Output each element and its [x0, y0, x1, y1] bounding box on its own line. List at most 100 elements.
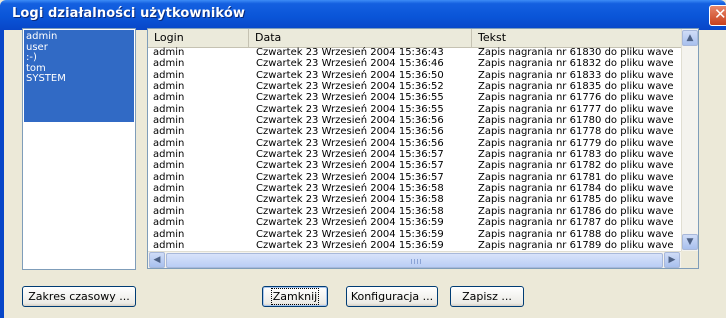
horizontal-scroll-thumb[interactable]: [166, 253, 663, 268]
log-dialog-window: Logi działalności użytkowników ✕ admin us…: [0, 0, 726, 318]
scrollbar-corner: [681, 251, 698, 268]
cell-login: admin: [153, 137, 185, 149]
cell-tekst: Zapis nagrania nr 61784 do pliku wave: [478, 183, 674, 195]
table-row[interactable]: admin Czwartek 23 Wrzesień 2004 15:36:50 Z…: [148, 70, 681, 81]
cell-data: Czwartek 23 Wrzesień 2004 15:36:59: [256, 239, 444, 251]
cell-data: Czwartek 23 Wrzesień 2004 15:36:59: [256, 228, 444, 240]
cell-data: Czwartek 23 Wrzesień 2004 15:36:55: [256, 103, 444, 115]
arrow-left-icon[interactable]: ◀: [149, 252, 165, 268]
cell-login: admin: [153, 81, 185, 93]
table-row[interactable]: admin Czwartek 23 Wrzesień 2004 15:36:43 Z…: [148, 47, 681, 58]
cell-login: admin: [153, 205, 185, 217]
table-row[interactable]: admin Czwartek 23 Wrzesień 2004 15:36:57 Z…: [148, 160, 681, 171]
table-row[interactable]: admin Czwartek 23 Wrzesień 2004 15:36:52 Z…: [148, 81, 681, 92]
cell-login: admin: [153, 103, 185, 115]
user-list-item[interactable]: tom: [26, 63, 46, 74]
table-row[interactable]: admin Czwartek 23 Wrzesień 2004 15:36:46 Z…: [148, 58, 681, 69]
cell-tekst: Zapis nagrania nr 61833 do pliku wave: [478, 69, 674, 81]
arrow-up-icon[interactable]: ▲: [682, 30, 698, 46]
cell-data: Czwartek 23 Wrzesień 2004 15:36:56: [256, 137, 444, 149]
user-list-item[interactable]: :-): [26, 52, 37, 63]
table-row[interactable]: admin Czwartek 23 Wrzesień 2004 15:36:56 Z…: [148, 126, 681, 137]
cell-data: Czwartek 23 Wrzesień 2004 15:36:50: [256, 69, 444, 81]
table-row[interactable]: admin Czwartek 23 Wrzesień 2004 15:36:55 Z…: [148, 104, 681, 115]
cell-tekst: Zapis nagrania nr 61786 do pliku wave: [478, 205, 674, 217]
cell-login: admin: [153, 115, 185, 127]
table-header: Login Data Tekst: [148, 29, 681, 48]
table-row[interactable]: admin Czwartek 23 Wrzesień 2004 15:36:58 Z…: [148, 183, 681, 194]
cell-tekst: Zapis nagrania nr 61777 do pliku wave: [478, 103, 674, 115]
cell-login: admin: [153, 92, 185, 104]
cell-data: Czwartek 23 Wrzesień 2004 15:36:43: [256, 47, 444, 58]
cell-data: Czwartek 23 Wrzesień 2004 15:36:58: [256, 194, 444, 206]
cell-tekst: Zapis nagrania nr 61778 do pliku wave: [478, 126, 674, 138]
cell-data: Czwartek 23 Wrzesień 2004 15:36:56: [256, 126, 444, 138]
cell-tekst: Zapis nagrania nr 61783 do pliku wave: [478, 149, 674, 161]
user-list[interactable]: admin user:-) tom SYSTEM: [22, 28, 136, 270]
cell-tekst: Zapis nagrania nr 61789 do pliku wave: [478, 239, 674, 251]
cell-tekst: Zapis nagrania nr 61835 do pliku wave: [478, 81, 674, 93]
cell-tekst: Zapis nagrania nr 61782 do pliku wave: [478, 160, 674, 172]
cell-data: Czwartek 23 Wrzesień 2004 15:36:59: [256, 217, 444, 229]
cell-data: Czwartek 23 Wrzesień 2004 15:36:57: [256, 160, 444, 172]
config-button[interactable]: Konfiguracja ...: [346, 286, 438, 307]
table-row[interactable]: admin Czwartek 23 Wrzesień 2004 15:36:58 Z…: [148, 206, 681, 217]
column-header-data[interactable]: Data: [249, 29, 472, 47]
close-button-label: Zamknij: [270, 288, 320, 305]
table-row[interactable]: admin Czwartek 23 Wrzesień 2004 15:36:57 Z…: [148, 149, 681, 160]
user-list-item[interactable]: admin: [26, 31, 57, 42]
time-range-button[interactable]: Zakres czasowy ...: [22, 286, 136, 307]
cell-tekst: Zapis nagrania nr 61787 do pliku wave: [478, 217, 674, 229]
log-table[interactable]: Login Data Tekst admin Czwartek 23 Wrzesi…: [147, 28, 699, 269]
cell-login: admin: [153, 228, 185, 240]
cell-data: Czwartek 23 Wrzesień 2004 15:36:57: [256, 171, 444, 183]
cell-login: admin: [153, 183, 185, 195]
user-list-item[interactable]: user: [26, 42, 48, 53]
table-row[interactable]: admin Czwartek 23 Wrzesień 2004 15:36:59 Z…: [148, 229, 681, 240]
table-row[interactable]: admin Czwartek 23 Wrzesień 2004 15:36:56 Z…: [148, 115, 681, 126]
cell-tekst: Zapis nagrania nr 61832 do pliku wave: [478, 58, 674, 70]
cell-login: admin: [153, 47, 185, 58]
cell-tekst: Zapis nagrania nr 61780 do pliku wave: [478, 115, 674, 127]
column-header-login[interactable]: Login: [148, 29, 249, 47]
cell-login: admin: [153, 126, 185, 138]
column-header-tekst[interactable]: Tekst: [472, 29, 681, 47]
horizontal-scrollbar[interactable]: ◀ ▶: [148, 251, 681, 268]
cell-tekst: Zapis nagrania nr 61779 do pliku wave: [478, 137, 674, 149]
cell-data: Czwartek 23 Wrzesień 2004 15:36:58: [256, 205, 444, 217]
cell-login: admin: [153, 58, 185, 70]
table-row[interactable]: admin Czwartek 23 Wrzesień 2004 15:36:59 Z…: [148, 217, 681, 228]
cell-data: Czwartek 23 Wrzesień 2004 15:36:55: [256, 92, 444, 104]
cell-data: Czwartek 23 Wrzesień 2004 15:36:56: [256, 115, 444, 127]
user-list-item[interactable]: SYSTEM: [26, 73, 66, 84]
cell-tekst: Zapis nagrania nr 61830 do pliku wave: [478, 47, 674, 58]
table-row[interactable]: admin Czwartek 23 Wrzesień 2004 15:36:55 Z…: [148, 92, 681, 103]
vertical-scrollbar[interactable]: ▲ ▼: [681, 29, 698, 251]
table-row[interactable]: admin Czwartek 23 Wrzesień 2004 15:36:59 Z…: [148, 240, 681, 251]
cell-data: Czwartek 23 Wrzesień 2004 15:36:46: [256, 58, 444, 70]
close-button[interactable]: Zamknij: [262, 286, 328, 307]
window-frame: [0, 30, 4, 318]
cell-login: admin: [153, 149, 185, 161]
cell-tekst: Zapis nagrania nr 61781 do pliku wave: [478, 171, 674, 183]
cell-login: admin: [153, 217, 185, 229]
save-button[interactable]: Zapisz ...: [450, 286, 524, 307]
cell-login: admin: [153, 239, 185, 251]
table-body: admin Czwartek 23 Wrzesień 2004 15:36:43 Z…: [148, 47, 681, 252]
cell-tekst: Zapis nagrania nr 61788 do pliku wave: [478, 228, 674, 240]
cell-login: admin: [153, 160, 185, 172]
close-window-button[interactable]: ✕: [709, 5, 726, 26]
cell-data: Czwartek 23 Wrzesień 2004 15:36:57: [256, 149, 444, 161]
cell-login: admin: [153, 171, 185, 183]
cell-tekst: Zapis nagrania nr 61785 do pliku wave: [478, 194, 674, 206]
cell-login: admin: [153, 69, 185, 81]
cell-login: admin: [153, 194, 185, 206]
close-icon: ✕: [714, 5, 726, 23]
title-bar[interactable]: Logi działalności użytkowników ✕: [0, 0, 726, 30]
arrow-right-icon[interactable]: ▶: [664, 252, 680, 268]
table-row[interactable]: admin Czwartek 23 Wrzesień 2004 15:36:57 Z…: [148, 172, 681, 183]
table-row[interactable]: admin Czwartek 23 Wrzesień 2004 15:36:58 Z…: [148, 194, 681, 205]
cell-data: Czwartek 23 Wrzesień 2004 15:36:52: [256, 81, 444, 93]
table-row[interactable]: admin Czwartek 23 Wrzesień 2004 15:36:56 Z…: [148, 138, 681, 149]
arrow-down-icon[interactable]: ▼: [682, 234, 698, 250]
